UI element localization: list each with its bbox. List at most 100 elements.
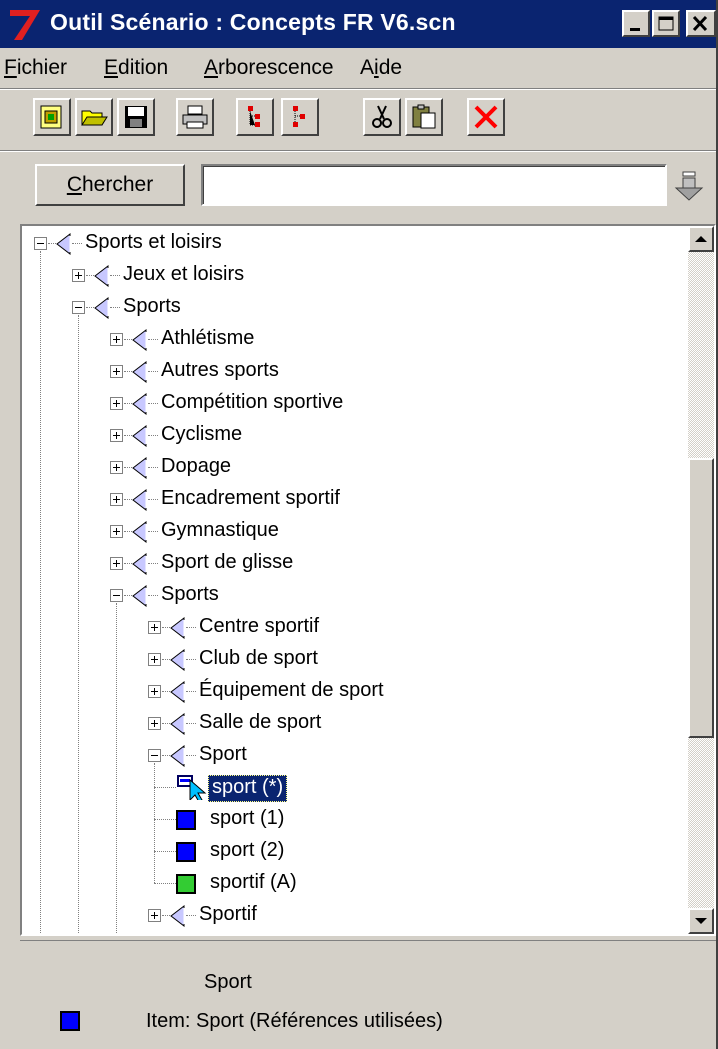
vertical-scrollbar[interactable] [688, 226, 714, 934]
red-seven-icon [10, 10, 40, 40]
collapse-icon[interactable] [72, 301, 85, 314]
menu-edition[interactable]: Edition [104, 56, 168, 80]
scroll-down-button[interactable] [688, 908, 714, 934]
tree-connector [72, 243, 82, 244]
tree-connector [148, 595, 158, 596]
concept-triangle-icon [132, 393, 147, 415]
tree-node[interactable]: Équipement de sport [22, 676, 682, 708]
tree-leaf[interactable]: sport (1) [22, 804, 682, 836]
expand-icon[interactable] [110, 525, 123, 538]
tree-leaf-label: sportif (A) [210, 871, 297, 893]
tree-expand-button[interactable] [236, 98, 274, 136]
concept-triangle-icon [132, 329, 147, 351]
cut-button[interactable] [363, 98, 401, 136]
selected-tree-item[interactable]: sport (*) [208, 775, 288, 802]
tree-node[interactable]: Salle de sport [22, 708, 682, 740]
close-button[interactable] [686, 10, 716, 37]
tree-node[interactable]: Encadrement sportif [22, 484, 682, 516]
tree-node[interactable]: Club de sport [22, 644, 682, 676]
scroll-up-button[interactable] [688, 226, 714, 252]
concept-triangle-icon [132, 425, 147, 447]
maximize-icon [658, 16, 674, 31]
expand-icon[interactable] [110, 429, 123, 442]
title-bar[interactable]: Outil Scénario : Concepts FR V6.scn [0, 0, 716, 48]
tree-connector [110, 275, 120, 276]
tree-leaf[interactable]: sport (2) [22, 836, 682, 868]
status-title: Sport [204, 971, 252, 993]
scroll-thumb[interactable] [688, 458, 714, 738]
tree-node[interactable]: Jeux et loisirs [22, 260, 682, 292]
tree-node-label: Encadrement sportif [161, 487, 340, 509]
tree-node[interactable]: Cyclisme [22, 420, 682, 452]
tree-node-label: Sport de glisse [161, 551, 294, 573]
menu-fichier[interactable]: Fichier [4, 56, 67, 80]
tree-node-label: Équipement de sport [199, 679, 384, 701]
menu-aide[interactable]: Aide [360, 56, 402, 80]
menu-arborescence[interactable]: Arborescence [204, 56, 334, 80]
tree-node-label: Sports et loisirs [85, 231, 222, 253]
collapse-icon[interactable] [148, 749, 161, 762]
expand-icon[interactable] [110, 365, 123, 378]
concept-triangle-icon [132, 521, 147, 543]
tree-leaf-label: sport (1) [210, 807, 285, 829]
item-color-icon [176, 810, 196, 830]
tree-leaf[interactable]: sportif (A) [22, 868, 682, 900]
minimize-button[interactable] [622, 10, 650, 37]
concept-triangle-icon [132, 553, 147, 575]
tree-connector [186, 723, 196, 724]
tree-node-label: Dopage [161, 455, 232, 477]
down-arrow-icon[interactable] [674, 170, 704, 202]
expand-icon[interactable] [148, 621, 161, 634]
tree-node[interactable]: Gymnastique [22, 516, 682, 548]
tree-view: Sports et loisirs Jeux et loisirs Sports At… [20, 224, 716, 936]
tree-connector [148, 499, 158, 500]
tree-node[interactable]: Sports [22, 580, 682, 612]
expand-icon[interactable] [72, 269, 85, 282]
print-button[interactable] [176, 98, 214, 136]
tree-node[interactable]: Sport [22, 740, 682, 772]
tree-node[interactable]: Sport de glisse [22, 548, 682, 580]
expand-icon[interactable] [148, 685, 161, 698]
status-panel: Sport Item: Sport (Références utilisées) [20, 940, 716, 1049]
tree-node[interactable]: Sports et loisirs [22, 228, 682, 260]
tree-collapse-button[interactable] [281, 98, 319, 136]
down-arrow-icon [695, 918, 707, 924]
maximize-button[interactable] [652, 10, 680, 37]
tree-node-label: Sports [123, 295, 181, 317]
expand-icon[interactable] [110, 493, 123, 506]
search-button[interactable]: Chercher [35, 164, 185, 206]
item-color-icon [60, 1011, 80, 1031]
collapse-icon[interactable] [34, 237, 47, 250]
paste-button[interactable] [405, 98, 443, 136]
tree-node-label: Sportif [199, 903, 257, 925]
delete-button[interactable] [467, 98, 505, 136]
expand-icon[interactable] [110, 557, 123, 570]
save-button[interactable] [117, 98, 155, 136]
open-button[interactable] [75, 98, 113, 136]
search-input[interactable] [201, 164, 667, 206]
expand-icon[interactable] [148, 717, 161, 730]
tree-node[interactable]: Autres sports [22, 356, 682, 388]
expand-icon[interactable] [148, 909, 161, 922]
tree-node[interactable]: Sportif [22, 900, 682, 932]
tree-node[interactable]: Athlétisme [22, 324, 682, 356]
tree-node[interactable]: Centre sportif [22, 612, 682, 644]
tree-node[interactable]: Compétition sportive [22, 388, 682, 420]
tree-node-label: Gymnastique [161, 519, 279, 541]
concept-triangle-icon [132, 361, 147, 383]
tree-connector [110, 307, 120, 308]
tree-leaf[interactable]: sport (*) [22, 772, 682, 804]
tree-connector [154, 883, 176, 884]
new-button[interactable] [33, 98, 71, 136]
tree-node[interactable]: Dopage [22, 452, 682, 484]
menu-separator [0, 88, 716, 90]
expand-icon[interactable] [110, 461, 123, 474]
expand-icon[interactable] [110, 397, 123, 410]
expand-icon[interactable] [148, 653, 161, 666]
tree-connector [186, 755, 196, 756]
concept-triangle-icon [170, 905, 185, 927]
tree-node[interactable]: Sports [22, 292, 682, 324]
menu-bar: Fichier Edition Arborescence Aide [0, 48, 716, 88]
collapse-icon[interactable] [110, 589, 123, 602]
expand-icon[interactable] [110, 333, 123, 346]
